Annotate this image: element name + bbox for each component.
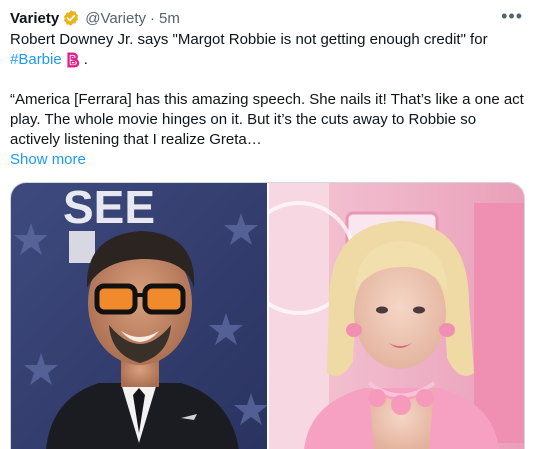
author-handle[interactable]: @Variety — [85, 10, 146, 27]
tweet-header: Variety @Variety · 5m — [10, 7, 180, 29]
tweet-text-line2: #Barbie . — [10, 50, 525, 70]
photo-right-illustration — [269, 183, 524, 449]
tweet-text-line1: Robert Downey Jr. says "Margot Robbie is… — [10, 31, 488, 48]
verified-badge-icon — [64, 10, 79, 26]
barbie-b-emoji-icon — [67, 52, 79, 68]
header-separator: · — [150, 9, 156, 27]
backdrop-see-text: SEE — [63, 183, 155, 233]
tweet-quote: “America [Ferrara] has this amazing spee… — [10, 91, 524, 148]
tweet-text: Robert Downey Jr. says "Margot Robbie is… — [10, 30, 525, 170]
tweet-timestamp[interactable]: 5m — [159, 10, 180, 27]
photo-left-illustration: SEE — [11, 183, 267, 449]
author-name[interactable]: Variety — [10, 10, 59, 27]
line2-suffix: . — [83, 51, 88, 68]
hashtag-barbie-link[interactable]: #Barbie — [10, 50, 62, 70]
photo-robert-downey-jr[interactable]: SEE — [11, 183, 267, 449]
more-options-icon[interactable]: ••• — [501, 6, 523, 27]
photo-margot-robbie[interactable] — [269, 183, 524, 449]
show-more-link[interactable]: Show more — [10, 150, 86, 170]
tweet[interactable]: Variety @Variety · 5m ••• Robert Downey … — [0, 0, 537, 449]
media-grid: SEE — [10, 182, 525, 449]
